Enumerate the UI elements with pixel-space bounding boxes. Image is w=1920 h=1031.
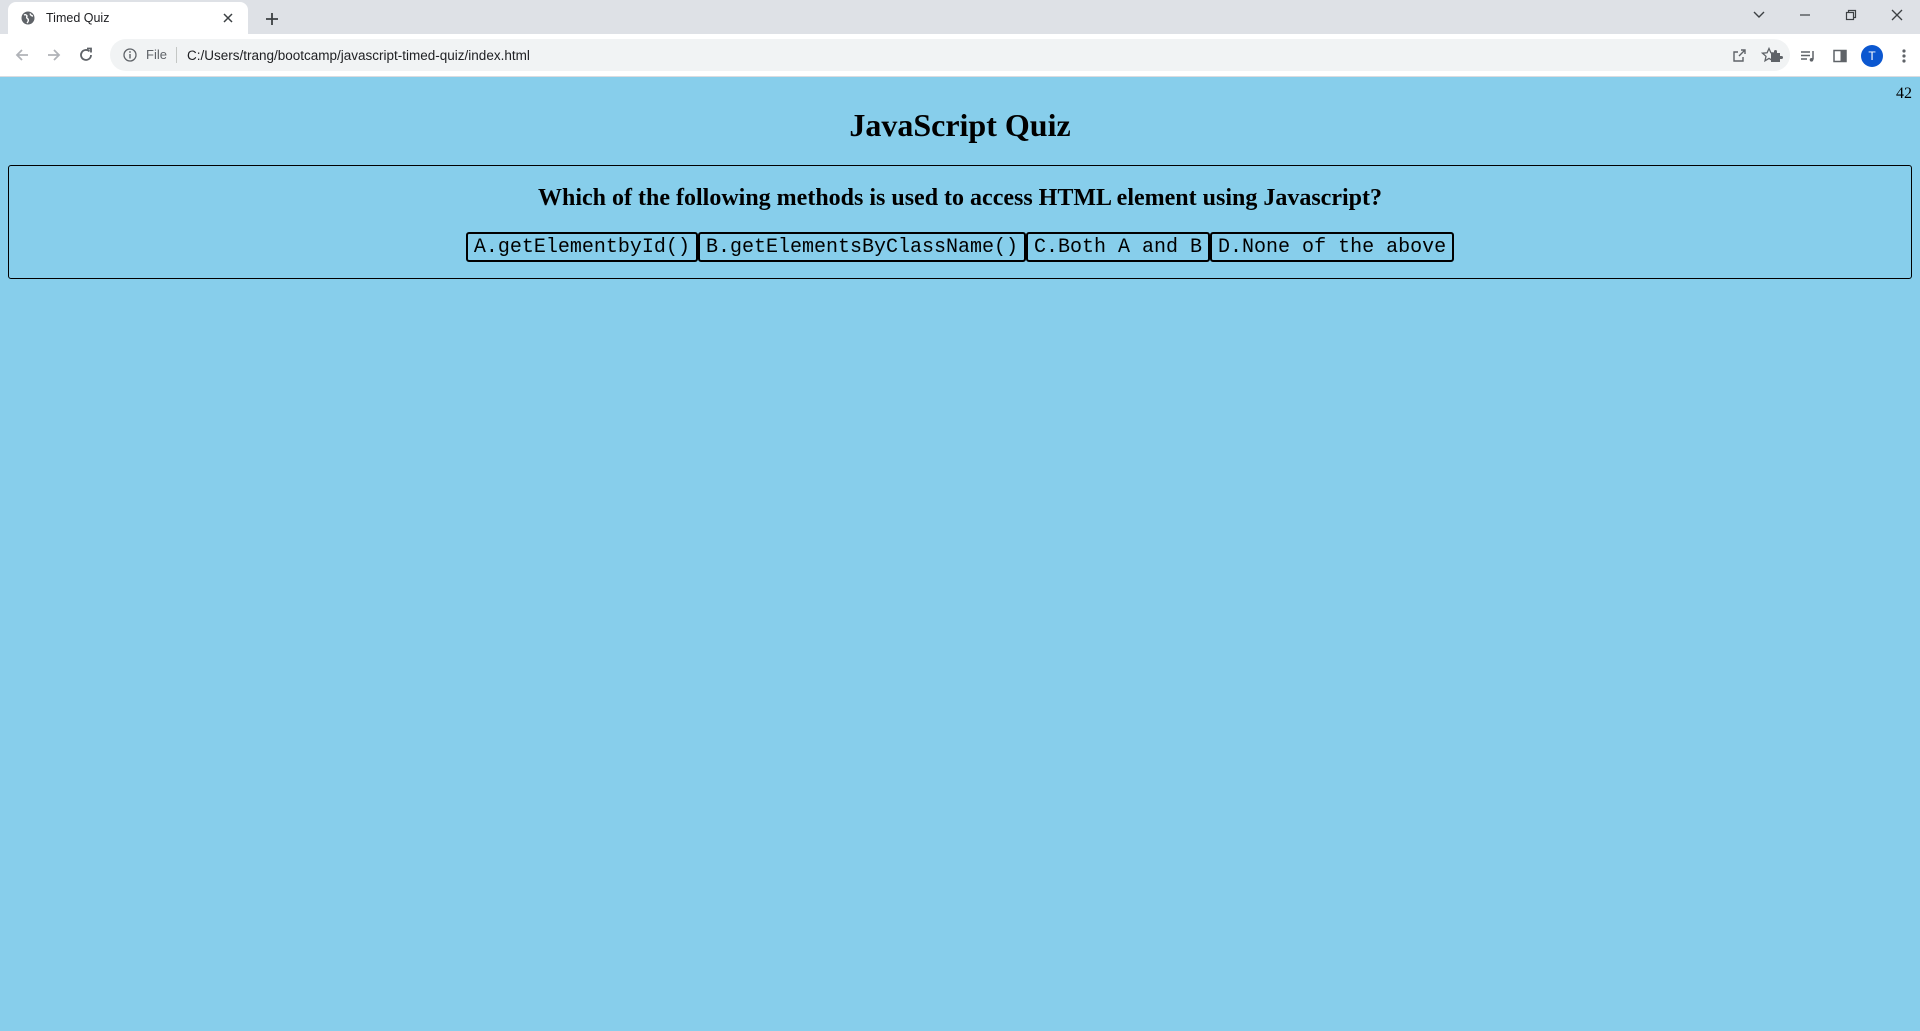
close-icon[interactable] <box>218 8 238 28</box>
answer-button-b[interactable]: B.getElementsByClassName() <box>697 232 1027 262</box>
answer-options: A.getElementbyId() B.getElementsByClassN… <box>9 232 1911 262</box>
media-control-icon[interactable] <box>1792 41 1824 71</box>
side-panel-icon[interactable] <box>1824 41 1856 71</box>
url-text[interactable]: C:/Users/trang/bootcamp/javascript-timed… <box>187 48 1724 63</box>
globe-icon <box>20 10 36 26</box>
chevron-down-icon <box>1753 11 1765 18</box>
tab-search-button[interactable] <box>1736 0 1782 30</box>
answer-button-d[interactable]: D.None of the above <box>1210 232 1455 262</box>
page-viewport: 42 JavaScript Quiz Which of the followin… <box>0 77 1920 1031</box>
profile-avatar[interactable]: T <box>1856 41 1888 71</box>
back-button[interactable] <box>8 41 36 69</box>
info-icon[interactable] <box>118 43 142 67</box>
close-icon <box>1891 9 1903 21</box>
toolbar-right-actions: T <box>1760 41 1920 71</box>
countdown-timer: 42 <box>1896 85 1912 102</box>
browser-tab-timed-quiz[interactable]: Timed Quiz <box>8 2 248 34</box>
browser-toolbar: File C:/Users/trang/bootcamp/javascript-… <box>0 34 1920 77</box>
restore-icon <box>1845 9 1857 21</box>
window-controls <box>1736 0 1920 30</box>
puzzle-icon[interactable] <box>1760 41 1792 71</box>
forward-button[interactable] <box>40 41 68 69</box>
answer-button-a[interactable]: A.getElementbyId() <box>465 232 698 262</box>
new-tab-button[interactable] <box>258 5 286 33</box>
plus-icon <box>266 13 278 25</box>
tab-strip: Timed Quiz <box>0 0 1920 34</box>
reload-button[interactable] <box>72 41 100 69</box>
answer-button-c[interactable]: C.Both A and B <box>1026 232 1211 262</box>
tab-title: Timed Quiz <box>46 11 110 25</box>
question-text: Which of the following methods is used t… <box>538 185 1382 211</box>
avatar: T <box>1861 45 1883 67</box>
minimize-button[interactable] <box>1782 0 1828 30</box>
share-icon[interactable] <box>1724 40 1754 70</box>
page-title: JavaScript Quiz <box>849 107 1071 143</box>
minimize-icon <box>1800 14 1810 16</box>
back-arrow-icon <box>15 49 28 61</box>
close-window-button[interactable] <box>1874 0 1920 30</box>
scheme-label: File <box>146 47 177 63</box>
kebab-menu-icon[interactable] <box>1888 41 1920 71</box>
address-bar[interactable]: File C:/Users/trang/bootcamp/javascript-… <box>110 39 1790 71</box>
question-card: Which of the following methods is used t… <box>8 165 1912 279</box>
restore-button[interactable] <box>1828 0 1874 30</box>
forward-arrow-icon <box>48 49 61 61</box>
reload-icon <box>80 47 92 61</box>
